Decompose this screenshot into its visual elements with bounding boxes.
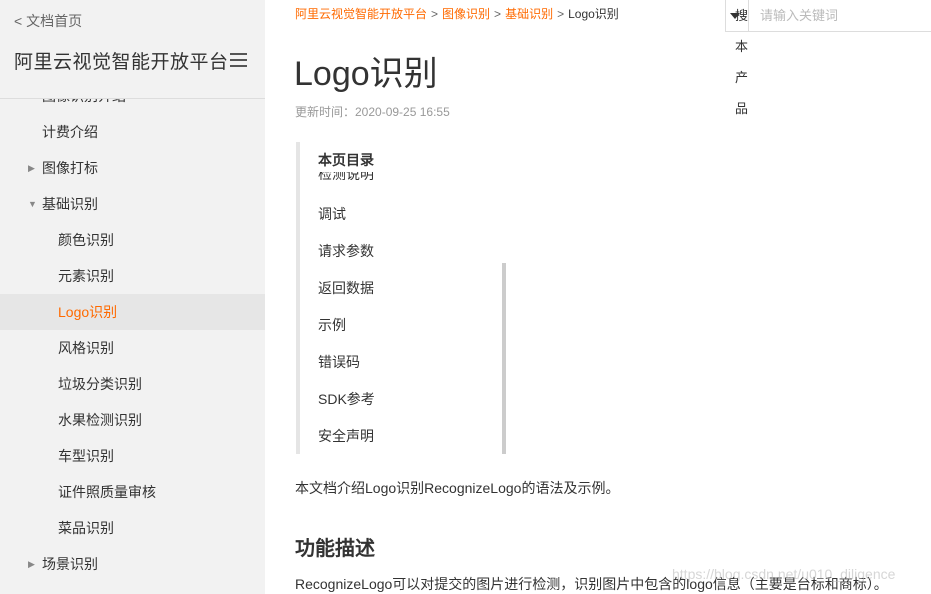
watermark: https://blog.csdn.net/u010_diligence: [672, 566, 896, 582]
caret-down-icon[interactable]: ▼: [28, 186, 37, 222]
sidebar-item-billing[interactable]: 计费介绍: [0, 114, 265, 150]
sidebar-item-image-tagging[interactable]: ▶ 图像打标: [0, 150, 265, 186]
sidebar-item-label: 图像打标: [42, 160, 98, 176]
breadcrumb-separator: >: [494, 7, 502, 21]
toc-item-label: 检测说明: [318, 172, 374, 180]
page-title: Logo识别: [294, 55, 438, 93]
toc-item-security[interactable]: 安全声明: [318, 426, 374, 446]
toc-item-error-codes[interactable]: 错误码: [318, 352, 360, 372]
sidebar-item-scene[interactable]: ▶ 场景识别: [0, 546, 265, 582]
sidebar-item-label: 菜品识别: [58, 520, 114, 536]
updated-time: 更新时间：2020-09-25 16:55: [295, 105, 450, 119]
sidebar-item-dish[interactable]: 菜品识别: [0, 510, 265, 546]
toc-item-response-data[interactable]: 返回数据: [318, 278, 374, 298]
sidebar-divider: [0, 98, 265, 99]
sidebar-item-vehicle[interactable]: 车型识别: [0, 438, 265, 474]
sidebar-item-label: 垃圾分类识别: [58, 376, 142, 392]
caret-down-icon: [730, 13, 741, 19]
breadcrumb-basic-recognition[interactable]: 基础识别: [505, 7, 553, 21]
table-of-contents: 本页目录 检测说明 调试 请求参数 返回数据 示例 错误码 SDK参考 安全声明: [296, 142, 506, 454]
caret-right-icon[interactable]: ▶: [28, 150, 35, 186]
search-scope-label: 搜本产品: [735, 8, 749, 116]
sidebar-item-color[interactable]: 颜色识别: [0, 222, 265, 258]
section-title: 功能描述: [295, 538, 375, 560]
toc-item-debug[interactable]: 调试: [318, 204, 346, 224]
sidebar-item-label: 场景识别: [42, 556, 98, 572]
sidebar-item-label: 计费介绍: [42, 124, 98, 140]
breadcrumb-platform[interactable]: 阿里云视觉智能开放平台: [295, 7, 427, 21]
search-input[interactable]: [749, 0, 931, 31]
sidebar-item-label: 颜色识别: [58, 232, 114, 248]
breadcrumb-separator: >: [431, 7, 439, 21]
toc-item-partial[interactable]: 检测说明: [318, 172, 498, 180]
sidebar-item-element[interactable]: 元素识别: [0, 258, 265, 294]
sidebar-nav: 图像识别介绍 计费介绍 ▶ 图像打标 ▼ 基础识别 颜色识别 元素识别 Logo…: [0, 98, 265, 594]
breadcrumb: 阿里云视觉智能开放平台 > 图像识别 > 基础识别 > Logo识别: [295, 5, 619, 22]
sidebar-item-style[interactable]: 风格识别: [0, 330, 265, 366]
breadcrumb-separator: >: [557, 7, 565, 21]
intro-text: 本文档介绍Logo识别RecognizeLogo的语法及示例。: [295, 480, 620, 496]
search-bar: 搜本产品: [725, 0, 931, 116]
sidebar-item-label: 基础识别: [42, 196, 98, 212]
sidebar-item-basic-recognition[interactable]: ▼ 基础识别: [0, 186, 265, 222]
sidebar-item-label: 元素识别: [58, 268, 114, 284]
sidebar-item-label: Logo识别: [58, 304, 118, 320]
toc-item-request-params[interactable]: 请求参数: [318, 241, 374, 261]
caret-right-icon[interactable]: ▶: [28, 546, 35, 582]
sidebar-item-id-photo[interactable]: 证件照质量审核: [0, 474, 265, 510]
sidebar-item-garbage[interactable]: 垃圾分类识别: [0, 366, 265, 402]
toc-item-example[interactable]: 示例: [318, 315, 346, 335]
back-to-docs-link[interactable]: < 文档首页: [14, 11, 82, 31]
search-scope-select[interactable]: 搜本产品: [726, 0, 750, 116]
breadcrumb-image-recognition[interactable]: 图像识别: [442, 7, 490, 21]
sidebar-item-partial[interactable]: 图像识别介绍: [0, 98, 265, 114]
toc-title: 本页目录: [318, 152, 374, 168]
breadcrumb-current: Logo识别: [568, 7, 619, 21]
menu-icon[interactable]: [230, 53, 247, 67]
sidebar-item-label: 风格识别: [58, 340, 114, 356]
sidebar-item-label: 水果检测识别: [58, 412, 142, 428]
sidebar-item-label: 证件照质量审核: [58, 484, 156, 500]
sidebar: < 文档首页 阿里云视觉智能开放平台 图像识别介绍 计费介绍 ▶ 图像打标 ▼ …: [0, 0, 265, 594]
toc-item-sdk[interactable]: SDK参考: [318, 389, 375, 409]
sidebar-title: 阿里云视觉智能开放平台: [14, 52, 229, 73]
toc-scrollbar[interactable]: [502, 263, 506, 454]
sidebar-item-logo[interactable]: Logo识别: [0, 294, 265, 330]
sidebar-item-label: 车型识别: [58, 448, 114, 464]
sidebar-item-fruit[interactable]: 水果检测识别: [0, 402, 265, 438]
